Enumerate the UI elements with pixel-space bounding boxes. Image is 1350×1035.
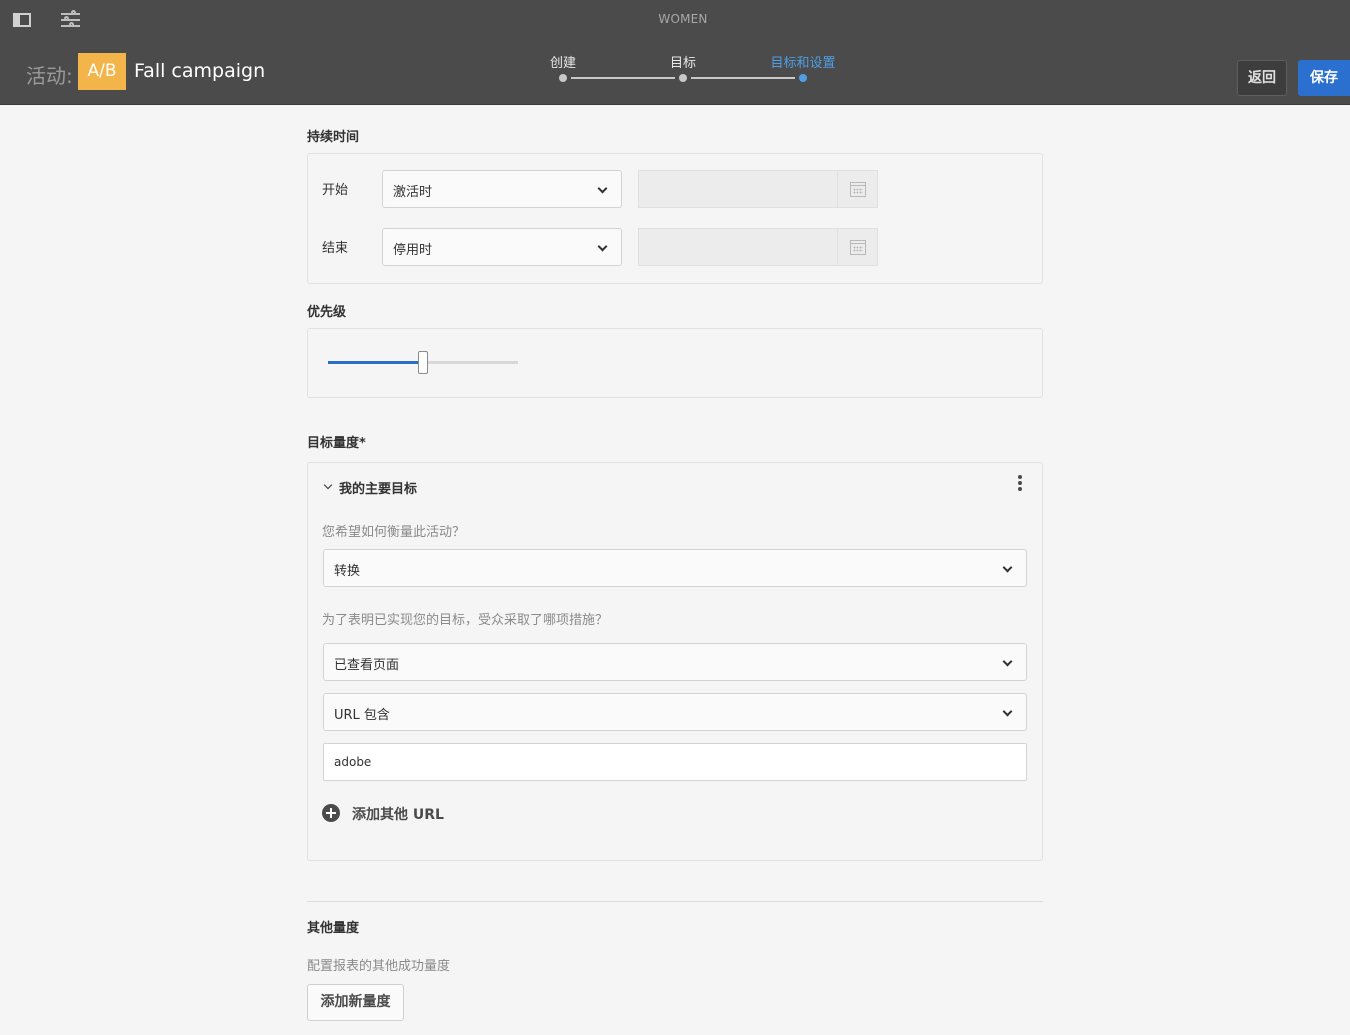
chevron-down-icon (1002, 706, 1013, 717)
start-date-field[interactable] (638, 170, 878, 208)
start-calendar-button[interactable] (837, 171, 877, 207)
save-button[interactable]: 保存 (1298, 60, 1350, 96)
chevron-down-icon (597, 183, 608, 194)
workflow-stepper: 创建 目标 目标和设置 (540, 50, 850, 90)
step-goals-settings[interactable]: 目标和设置 (770, 52, 835, 71)
add-circle-icon (322, 804, 340, 822)
step-target[interactable]: 目标 (670, 52, 696, 71)
measure-select[interactable]: 转换 (323, 549, 1027, 587)
start-label: 开始 (322, 183, 349, 198)
priority-title: 优先级 (307, 305, 347, 320)
end-select[interactable]: 停用时 (382, 228, 622, 266)
url-condition-value: URL 包含 (334, 708, 390, 723)
end-date-field[interactable] (638, 228, 878, 266)
activity-label: 活动: (26, 64, 73, 88)
duration-panel: 开始 激活时 结束 停用时 (307, 153, 1043, 284)
action-question: 为了表明已实现您的目标，受众采取了哪项措施？ (322, 613, 609, 628)
add-metric-button[interactable]: 添加新量度 (307, 984, 404, 1021)
chevron-down-icon (1002, 656, 1013, 667)
more-options-icon[interactable] (1017, 475, 1023, 493)
step-create-dot[interactable] (559, 74, 567, 82)
priority-slider-handle[interactable] (418, 351, 428, 374)
start-select-value: 激活时 (393, 185, 433, 200)
other-metrics-title: 其他量度 (307, 921, 360, 936)
priority-slider-fill (328, 361, 423, 364)
end-select-value: 停用时 (393, 243, 433, 258)
end-label: 结束 (322, 241, 349, 256)
step-target-dot[interactable] (679, 74, 687, 82)
measure-select-value: 转换 (334, 564, 361, 579)
end-calendar-button[interactable] (837, 229, 877, 265)
site-title: WOMEN (658, 12, 708, 26)
url-value-text: adobe (334, 755, 372, 769)
add-url-label: 添加其他 URL (352, 807, 444, 823)
action-select[interactable]: 已查看页面 (323, 643, 1027, 681)
chevron-down-icon (1002, 562, 1013, 573)
url-value-input[interactable]: adobe (323, 743, 1027, 781)
step-create[interactable]: 创建 (550, 52, 576, 71)
measure-question: 您希望如何衡量此活动？ (322, 525, 466, 540)
section-divider (307, 901, 1043, 902)
activity-name[interactable]: Fall campaign (134, 60, 265, 82)
calendar-icon (850, 182, 866, 197)
calendar-icon (850, 240, 866, 255)
top-bar: WOMEN 活动: A/B Fall campaign 创建 目标 目标和设置 … (0, 0, 1350, 105)
action-select-value: 已查看页面 (334, 658, 400, 673)
url-condition-select[interactable]: URL 包含 (323, 693, 1027, 731)
activity-type-badge: A/B (78, 53, 126, 90)
duration-title: 持续时间 (307, 130, 360, 145)
other-metrics-description: 配置报表的其他成功量度 (307, 959, 451, 974)
goal-name[interactable]: 我的主要目标 (339, 478, 417, 497)
start-select[interactable]: 激活时 (382, 170, 622, 208)
step-goals-settings-dot[interactable] (799, 74, 807, 82)
chevron-down-icon (597, 241, 608, 252)
back-button[interactable]: 返回 (1237, 60, 1287, 96)
goal-metric-title: 目标量度* (307, 436, 366, 451)
